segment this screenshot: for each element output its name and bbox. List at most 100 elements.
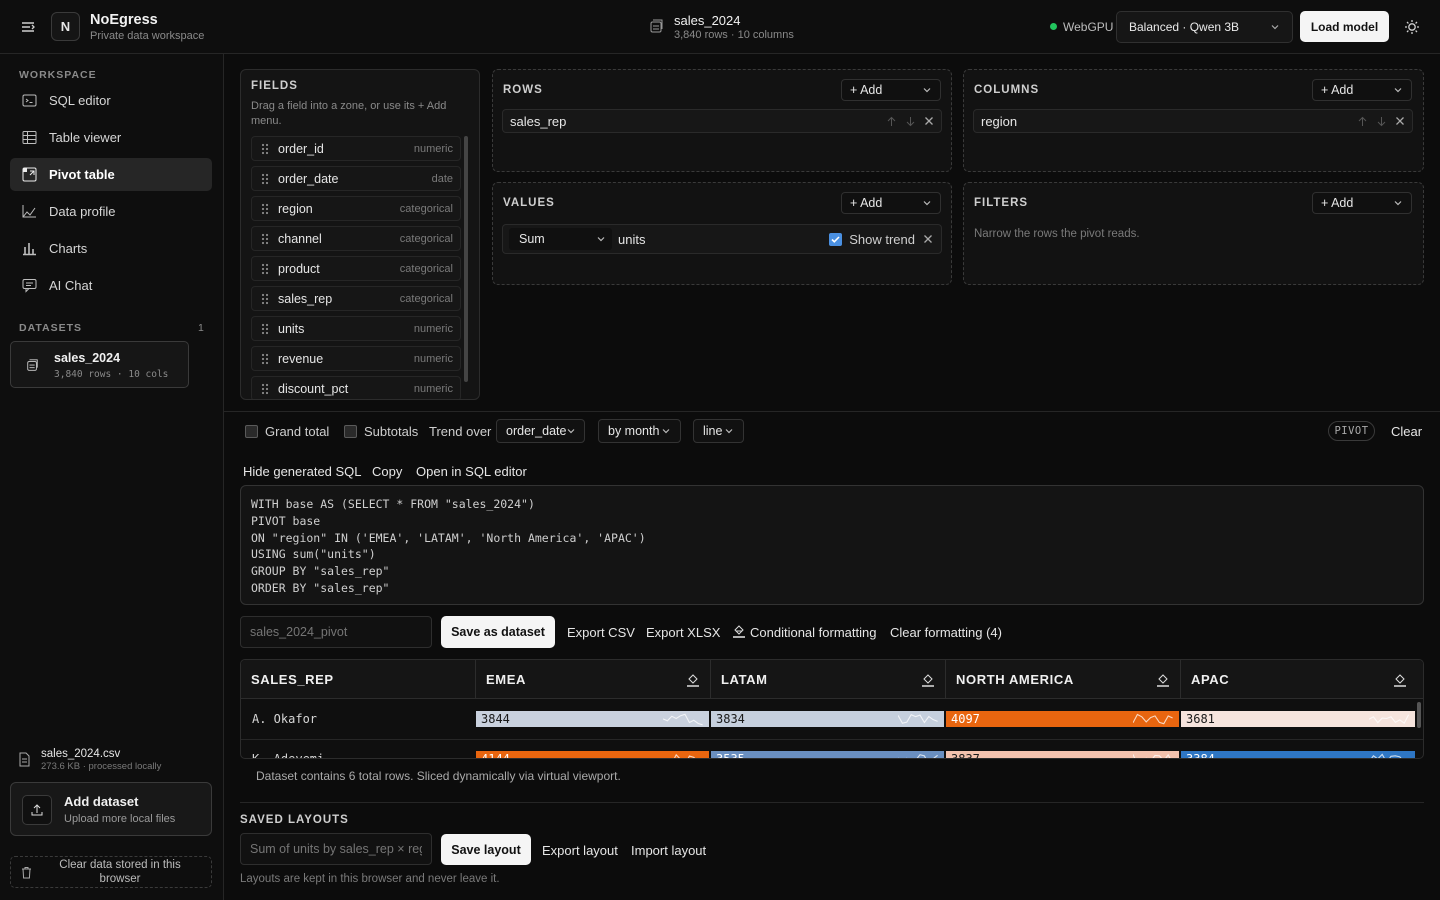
load-model-button[interactable]: Load model — [1300, 11, 1389, 42]
columns-zone[interactable]: COLUMNS + Add region — [963, 69, 1424, 172]
dataset-card[interactable]: sales_2024 3,840 rows · 10 cols — [10, 341, 189, 388]
scrollbar[interactable] — [464, 136, 468, 382]
clear-button[interactable]: Clear — [1391, 424, 1422, 439]
drag-handle-icon[interactable] — [252, 203, 278, 215]
sidebar-item-ai-chat[interactable]: AI Chat — [10, 269, 212, 302]
save-layout-button[interactable]: Save layout — [441, 834, 531, 865]
format-bucket-icon[interactable] — [1393, 673, 1407, 687]
subtotals-checkbox[interactable] — [344, 425, 357, 438]
sidebar-item-sql-editor[interactable]: SQL editor — [10, 84, 212, 117]
arrow-down-icon[interactable] — [1376, 116, 1387, 127]
save-as-dataset-button[interactable]: Save as dataset — [441, 616, 555, 648]
sidebar-item-table-viewer[interactable]: Table viewer — [10, 121, 212, 154]
model-select[interactable]: Balanced · Qwen 3B — [1116, 11, 1293, 43]
field-item-order-id[interactable]: order_id numeric — [251, 136, 461, 161]
aggregation-select[interactable]: Sum — [509, 228, 612, 250]
close-icon[interactable] — [924, 116, 934, 126]
rows-zone[interactable]: ROWS + Add sales_rep — [492, 69, 952, 172]
header-latam[interactable]: LATAM — [711, 660, 946, 699]
sql-icon — [21, 93, 37, 108]
field-item-discount-pct[interactable]: discount_pct numeric — [251, 376, 461, 399]
arrow-up-icon[interactable] — [1357, 116, 1368, 127]
add-dataset-button[interactable]: Add dataset Upload more local files — [10, 782, 212, 836]
value-cell[interactable]: 4144 — [476, 751, 709, 758]
trend-field-select[interactable]: order_date — [496, 419, 585, 443]
close-icon[interactable] — [1395, 116, 1405, 126]
conditional-formatting-button[interactable]: Conditional formatting — [750, 625, 876, 640]
header-apac[interactable]: APAC — [1181, 660, 1423, 699]
drag-handle-icon[interactable] — [252, 353, 278, 365]
field-name: product — [278, 261, 320, 276]
drag-handle-icon[interactable] — [252, 383, 278, 395]
drag-handle-icon[interactable] — [252, 323, 278, 335]
export-layout-button[interactable]: Export layout — [542, 843, 618, 858]
clear-formatting-button[interactable]: Clear formatting (4) — [890, 625, 1002, 640]
header-label: SALES_REP — [251, 672, 334, 687]
filters-zone[interactable]: FILTERS + Add Narrow the rows the pivot … — [963, 182, 1424, 285]
drag-handle-icon[interactable] — [252, 293, 278, 305]
row-label: A. Okafor — [252, 712, 318, 726]
dataset-meta: 3,840 rows · 10 columns — [674, 29, 794, 41]
trend-style-select[interactable]: line — [693, 419, 744, 443]
field-item-order-date[interactable]: order_date date — [251, 166, 461, 191]
drag-handle-icon[interactable] — [252, 143, 278, 155]
value-cell[interactable]: 3535 — [711, 751, 944, 758]
value-cell[interactable]: 3384 — [1181, 751, 1415, 758]
value-cell[interactable]: 3834 — [711, 711, 944, 727]
close-icon[interactable] — [923, 234, 933, 244]
layout-name-input[interactable] — [240, 833, 432, 865]
arrow-down-icon[interactable] — [905, 116, 916, 127]
format-bucket-icon[interactable] — [686, 673, 700, 687]
hide-sql-button[interactable]: Hide generated SQL — [243, 464, 362, 479]
arrow-up-icon[interactable] — [886, 116, 897, 127]
show-trend-checkbox[interactable] — [829, 232, 843, 246]
import-layout-button[interactable]: Import layout — [631, 843, 706, 858]
header-emea[interactable]: EMEA — [476, 660, 711, 699]
chevron-down-icon — [922, 85, 932, 95]
sidebar-toggle-icon[interactable] — [20, 19, 36, 35]
drag-handle-icon[interactable] — [252, 233, 278, 245]
pivot-name-input[interactable] — [240, 616, 432, 648]
aggregation-label: Sum — [519, 232, 545, 246]
field-item-units[interactable]: units numeric — [251, 316, 461, 341]
clear-storage-button[interactable]: Clear data stored in this browser — [10, 856, 212, 888]
field-item-revenue[interactable]: revenue numeric — [251, 346, 461, 371]
sidebar-item-charts[interactable]: Charts — [10, 232, 212, 265]
columns-chip[interactable]: region — [973, 109, 1413, 133]
value-cell[interactable]: 3837 — [946, 751, 1179, 758]
copy-sql-button[interactable]: Copy — [372, 464, 402, 479]
top-bar: N NoEgress Private data workspace sales_… — [0, 0, 1440, 54]
export-xlsx-button[interactable]: Export XLSX — [646, 625, 720, 640]
header-sales-rep[interactable]: SALES_REP — [241, 660, 476, 699]
values-add-button[interactable]: + Add — [841, 192, 941, 214]
values-zone[interactable]: VALUES + Add Sum units Show trend — [492, 182, 952, 285]
table-scrollbar[interactable] — [1417, 702, 1421, 728]
field-name: order_id — [278, 141, 324, 156]
sidebar-item-pivot-table[interactable]: Pivot table — [10, 158, 212, 191]
dataset-icon — [649, 19, 664, 34]
drag-handle-icon[interactable] — [252, 173, 278, 185]
filters-add-button[interactable]: + Add — [1312, 192, 1412, 214]
value-cell[interactable]: 3844 — [476, 711, 709, 727]
value-cell[interactable]: 3681 — [1181, 711, 1415, 727]
rows-add-button[interactable]: + Add — [841, 79, 941, 101]
format-bucket-icon[interactable] — [921, 673, 935, 687]
format-bucket-icon[interactable] — [1156, 673, 1170, 687]
field-item-channel[interactable]: channel categorical — [251, 226, 461, 251]
sql-line: ORDER BY "sales_rep" — [251, 580, 390, 595]
open-sql-editor-button[interactable]: Open in SQL editor — [416, 464, 527, 479]
rows-chip[interactable]: sales_rep — [502, 109, 942, 133]
theme-toggle-icon[interactable] — [1404, 19, 1420, 35]
field-item-product[interactable]: product categorical — [251, 256, 461, 281]
grand-total-checkbox[interactable] — [245, 425, 258, 438]
add-label: + Add — [1321, 83, 1354, 97]
field-item-sales-rep[interactable]: sales_rep categorical — [251, 286, 461, 311]
field-item-region[interactable]: region categorical — [251, 196, 461, 221]
export-csv-button[interactable]: Export CSV — [567, 625, 635, 640]
sidebar-item-data-profile[interactable]: Data profile — [10, 195, 212, 228]
trend-period-select[interactable]: by month — [598, 419, 681, 443]
columns-add-button[interactable]: + Add — [1312, 79, 1412, 101]
drag-handle-icon[interactable] — [252, 263, 278, 275]
header-north-america[interactable]: NORTH AMERICA — [946, 660, 1181, 699]
value-cell[interactable]: 4097 — [946, 711, 1179, 727]
